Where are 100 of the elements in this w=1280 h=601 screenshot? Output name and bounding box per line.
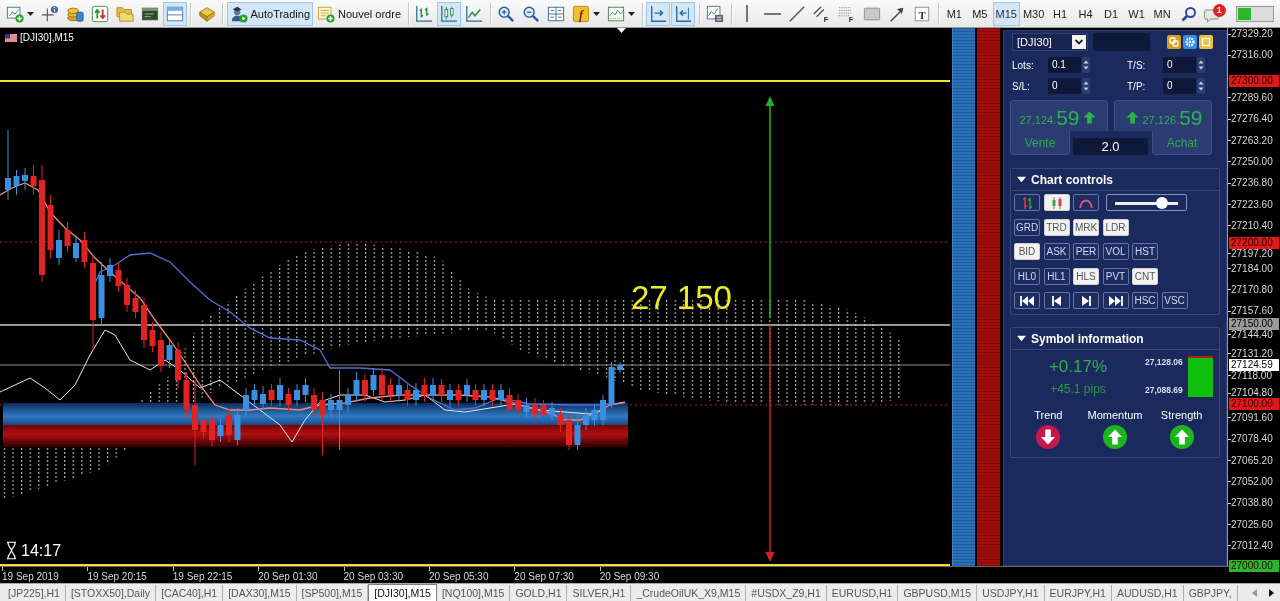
price-label: 27316.00: [1231, 50, 1273, 61]
chart-tab[interactable]: [NQ100],M15: [436, 585, 511, 601]
buy-button[interactable]: 27,126.59: [1114, 100, 1212, 131]
toggle-button[interactable]: HLS: [1073, 267, 1099, 285]
toggle-button[interactable]: HST: [1132, 243, 1158, 260]
chart-tab[interactable]: GOLD,H1: [510, 585, 568, 601]
toggle-button[interactable]: TRD: [1043, 218, 1070, 236]
timeframe-button[interactable]: MN: [1149, 1, 1175, 26]
collapse-triangle-icon[interactable]: [1017, 175, 1026, 184]
chart-tab[interactable]: AUDUSD,H1: [1111, 585, 1184, 601]
toggle-button[interactable]: CNT: [1132, 267, 1158, 285]
number-field[interactable]: 0: [1048, 78, 1081, 94]
sell-tab[interactable]: Vente: [1010, 131, 1070, 155]
toggle-button[interactable]: VOL: [1102, 243, 1129, 260]
price-label: 27118.00: [1231, 370, 1272, 381]
diagonal-line-icon: [788, 4, 806, 23]
spin-button[interactable]: [1082, 78, 1090, 94]
chart-tab[interactable]: USDJPY,H1: [977, 585, 1045, 601]
autotrading-button[interactable]: AutoTrading: [226, 1, 314, 26]
price-label: 27236.80: [1231, 178, 1273, 189]
toggle-button[interactable]: HSC: [1132, 292, 1158, 309]
price-label: 27223.60: [1231, 199, 1273, 210]
bar-chart-icon: [415, 4, 433, 23]
toggle-button[interactable]: GRD: [1014, 218, 1040, 236]
price-tag: 27000.00: [1229, 560, 1279, 573]
package-icon: [197, 4, 216, 23]
chart-tab[interactable]: EURJPY,H1: [1044, 585, 1112, 601]
navigation-button[interactable]: [1043, 292, 1070, 309]
timeframe-button[interactable]: M5: [967, 1, 993, 26]
layout-icon: [165, 4, 184, 23]
price-level-label: 27 150: [631, 280, 732, 316]
toggle-button[interactable]: PVT: [1102, 267, 1129, 285]
chart-tab[interactable]: [CAC40],H1: [156, 585, 224, 601]
copy-icon[interactable]: [1167, 35, 1181, 49]
input-field[interactable]: [1093, 33, 1150, 51]
price-label: 27276.40: [1231, 114, 1273, 125]
number-field[interactable]: 0: [1163, 57, 1196, 73]
flag-icon: [5, 33, 17, 42]
navigation-button[interactable]: [1014, 292, 1040, 309]
toolbar-button[interactable]: [671, 1, 695, 26]
toggle-button[interactable]: ASK: [1043, 243, 1070, 260]
new-order-button[interactable]: Nouvel ordre: [314, 1, 404, 26]
zoom-in-icon: [497, 4, 515, 23]
number-field[interactable]: 0.1: [1048, 57, 1081, 73]
spin-button[interactable]: [1082, 57, 1090, 73]
price-tag: 27200.00: [1229, 236, 1279, 249]
toolbar-button[interactable]: [646, 1, 670, 26]
bar-chart-icon: [1020, 196, 1034, 209]
sell-button[interactable]: 27,124.59: [1010, 100, 1108, 131]
toggle-button[interactable]: HL1: [1043, 267, 1070, 285]
chart-tab[interactable]: EURUSD,H1: [826, 585, 899, 601]
spin-button[interactable]: [1197, 78, 1205, 94]
buy-tab[interactable]: Achat: [1152, 131, 1212, 155]
toolbar-button[interactable]: [437, 1, 461, 26]
chart-tab[interactable]: #USDX_Z9,H1: [746, 585, 827, 601]
toggle-button[interactable]: LDR: [1102, 218, 1129, 236]
collapse-triangle-icon[interactable]: [1017, 334, 1026, 343]
chart-tab[interactable]: SILVER,H1: [567, 585, 632, 601]
chart-tab[interactable]: [JP225],H1: [3, 585, 66, 601]
toggle-button[interactable]: PER: [1073, 243, 1099, 260]
toggle-button[interactable]: MRK: [1073, 218, 1099, 236]
chart-title: [DJI30],M15: [20, 32, 74, 43]
field-label: T/P:: [1127, 80, 1147, 92]
timeframe-button[interactable]: H1: [1047, 1, 1073, 26]
toggle-button[interactable]: BID: [1014, 243, 1040, 260]
time-label: 19 Sep 20:15: [87, 570, 147, 583]
symbol-select[interactable]: [DJI30]: [1012, 33, 1088, 51]
navigation-button[interactable]: [1102, 292, 1129, 309]
price-label: 27263.20: [1231, 135, 1273, 146]
timeframe-button[interactable]: H4: [1072, 1, 1099, 26]
timeframe-button[interactable]: M1: [941, 1, 967, 26]
time-label: 20 Sep 03:30: [343, 570, 404, 583]
chart-tab[interactable]: [STOXX50],Daily: [65, 585, 157, 601]
toggle-button[interactable]: HL0: [1014, 267, 1040, 285]
price-tag: 27124.59: [1229, 358, 1279, 371]
toggle-button[interactable]: VSC: [1161, 292, 1188, 309]
zoom-slider[interactable]: [1106, 194, 1187, 211]
toolbar-button[interactable]: f: [569, 1, 603, 26]
chart-tab[interactable]: [DAX30],M15: [223, 585, 297, 601]
price-label: 27052.00: [1231, 477, 1273, 487]
timeframe-button[interactable]: D1: [1098, 1, 1124, 26]
price-label: 27184.00: [1231, 263, 1273, 274]
volume-field[interactable]: 2.0: [1073, 138, 1148, 155]
timeframe-button[interactable]: M30: [1019, 1, 1048, 26]
section-title: Chart controls: [1031, 172, 1113, 187]
gear-icon[interactable]: [1183, 35, 1197, 49]
search-icon[interactable]: [1180, 5, 1197, 22]
timeframe-button[interactable]: W1: [1123, 1, 1150, 26]
chart-tab[interactable]: GBPUSD,M15: [898, 585, 978, 601]
navigation-button[interactable]: [1073, 292, 1099, 309]
slider-thumb[interactable]: [1156, 196, 1169, 209]
price-label: 27144.40: [1231, 329, 1273, 340]
timeframe-button[interactable]: M15: [992, 1, 1020, 26]
chart-tab[interactable]: _CrudeOilUK_X9,M15: [631, 585, 747, 601]
autoscroll-icon: [649, 4, 667, 23]
number-field[interactable]: 0: [1163, 78, 1196, 94]
spin-button[interactable]: [1197, 57, 1205, 73]
scroll-right-icon[interactable]: [1268, 589, 1274, 597]
chart-tab[interactable]: GBPJPY,: [1183, 585, 1238, 601]
chart-tab[interactable]: [DJI30],M15: [368, 584, 437, 601]
